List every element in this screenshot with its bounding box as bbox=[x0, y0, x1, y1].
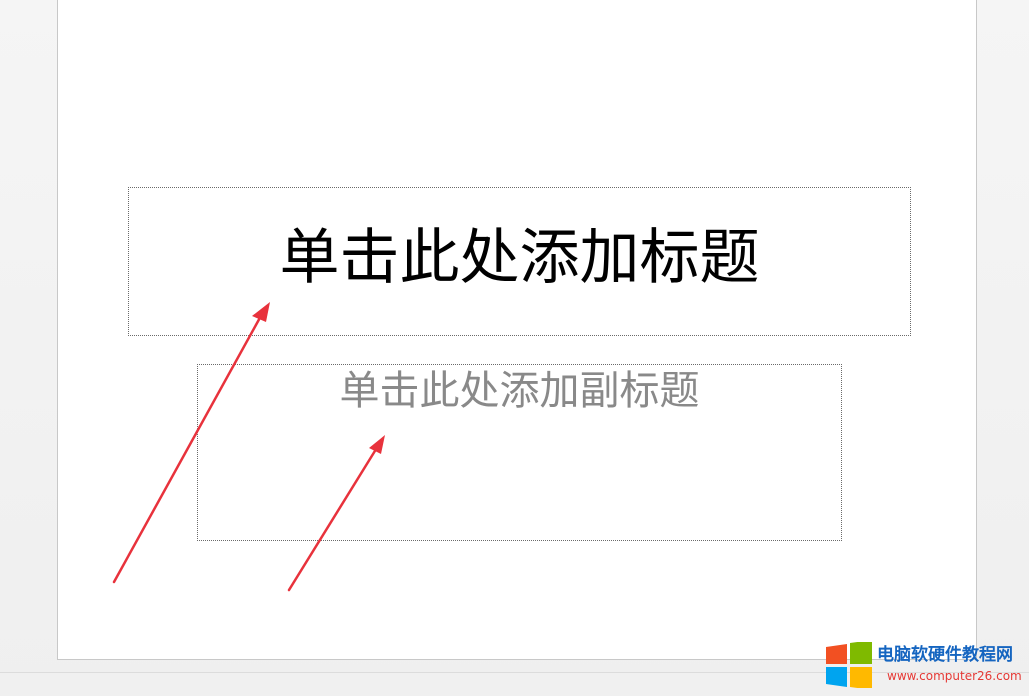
windows-logo-red-pane bbox=[826, 644, 847, 664]
title-placeholder-text: 单击此处添加标题 bbox=[279, 223, 760, 293]
watermark-title: 电脑软硬件教程网 bbox=[877, 645, 1013, 665]
windows-logo-green-pane bbox=[850, 642, 872, 664]
subtitle-placeholder-box[interactable]: 单击此处添加副标题 bbox=[197, 364, 842, 541]
subtitle-placeholder-text: 单击此处添加副标题 bbox=[339, 368, 700, 414]
windows-logo-icon bbox=[826, 642, 872, 688]
windows-logo-blue-pane bbox=[826, 667, 847, 687]
watermark-url: www.computer26.com bbox=[887, 669, 1022, 683]
windows-logo-yellow-pane bbox=[850, 667, 872, 688]
slide-canvas[interactable]: 单击此处添加标题 单击此处添加副标题 bbox=[57, 0, 977, 660]
watermark: 电脑软硬件教程网 www.computer26.com bbox=[823, 640, 1023, 690]
title-placeholder-box[interactable]: 单击此处添加标题 bbox=[128, 187, 911, 336]
